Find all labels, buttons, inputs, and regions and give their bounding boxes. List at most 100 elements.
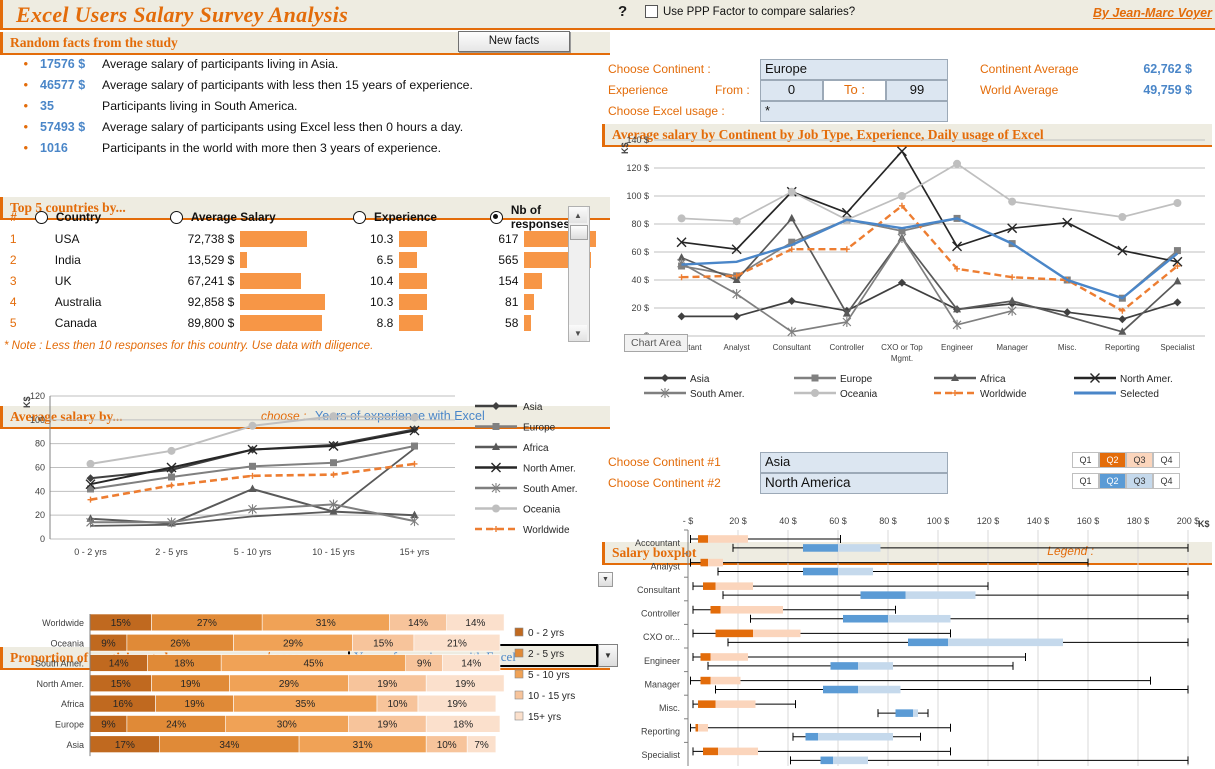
row-salary-bar bbox=[234, 314, 344, 331]
svg-text:9%: 9% bbox=[101, 638, 116, 649]
svg-text:Consultant: Consultant bbox=[773, 343, 812, 352]
svg-text:Analyst: Analyst bbox=[724, 343, 751, 352]
svg-text:24%: 24% bbox=[166, 720, 186, 731]
random-facts-list: • 17576 $ Average salary of participants l… bbox=[0, 56, 600, 161]
svg-text:20 $: 20 $ bbox=[729, 516, 747, 526]
svg-text:Specialist: Specialist bbox=[1160, 343, 1195, 352]
sort-radio-experience[interactable] bbox=[345, 210, 374, 225]
svg-text:Worldwide: Worldwide bbox=[42, 618, 84, 628]
svg-text:Europe: Europe bbox=[840, 374, 873, 385]
svg-text:60 $: 60 $ bbox=[631, 247, 649, 257]
svg-text:Controller: Controller bbox=[641, 609, 680, 619]
continent-filter-form: Choose Continent : Experience From : Cho… bbox=[602, 58, 1202, 128]
page-title: Excel Users Salary Survey Analysis bbox=[16, 2, 349, 27]
top5-note: * Note : Less then 10 responses for this… bbox=[4, 340, 374, 352]
sort-radio-salary[interactable] bbox=[162, 210, 191, 225]
row-country: USA bbox=[54, 231, 80, 246]
continent-select[interactable]: Europe bbox=[760, 59, 948, 80]
svg-text:10%: 10% bbox=[387, 699, 407, 710]
table-row: 2 India 13,529 $ 6.5 565 bbox=[0, 249, 600, 270]
svg-text:Africa: Africa bbox=[523, 443, 549, 454]
svg-text:Oceania: Oceania bbox=[50, 638, 84, 648]
svg-text:K$: K$ bbox=[22, 396, 32, 408]
svg-text:14%: 14% bbox=[408, 618, 428, 629]
svg-text:40 $: 40 $ bbox=[631, 275, 649, 285]
svg-text:27%: 27% bbox=[197, 618, 217, 629]
row-country: Canada bbox=[54, 315, 97, 330]
svg-text:Oceania: Oceania bbox=[523, 505, 561, 516]
svg-text:31%: 31% bbox=[353, 740, 373, 751]
ppp-checkbox[interactable] bbox=[645, 5, 658, 18]
row-experience: 10.4 bbox=[369, 273, 394, 288]
svg-text:Selected: Selected bbox=[1120, 389, 1159, 400]
scroll-up-icon[interactable]: ▲ bbox=[569, 207, 587, 223]
choose-excel-usage-label: Choose Excel usage : bbox=[608, 104, 725, 118]
new-facts-button[interactable]: New facts bbox=[458, 31, 570, 52]
row-country: Australia bbox=[54, 294, 102, 309]
col-salary: Average Salary bbox=[190, 210, 276, 224]
svg-text:Specialist: Specialist bbox=[641, 750, 680, 760]
svg-text:CXO or...: CXO or... bbox=[643, 632, 680, 642]
col-experience: Experience bbox=[374, 210, 437, 224]
sort-radio-country[interactable] bbox=[27, 210, 56, 225]
svg-text:140 $: 140 $ bbox=[1027, 516, 1050, 526]
row-salary: 72,738 $ bbox=[187, 231, 235, 246]
row-responses: 565 bbox=[498, 252, 519, 267]
author-link[interactable]: By Jean-Marc Voyer bbox=[1093, 6, 1212, 20]
row-country: UK bbox=[54, 273, 72, 288]
svg-text:Europe: Europe bbox=[55, 720, 84, 730]
svg-text:15%: 15% bbox=[111, 618, 131, 629]
scroll-down-icon[interactable]: ▼ bbox=[569, 325, 587, 341]
experience-from-input[interactable]: 0 bbox=[760, 80, 823, 101]
svg-text:17%: 17% bbox=[115, 740, 135, 751]
row-responses: 58 bbox=[505, 315, 519, 330]
svg-text:100: 100 bbox=[30, 415, 45, 425]
top5-header-row: # Country Average Salary Experience Nb of re… bbox=[0, 203, 600, 231]
scrollbar-thumb[interactable] bbox=[570, 225, 588, 240]
choose-continent-label: Choose Continent : bbox=[608, 62, 711, 76]
row-experience: 8.8 bbox=[376, 315, 394, 330]
row-salary: 92,858 $ bbox=[187, 294, 235, 309]
random-facts-header: Random facts from the study New facts bbox=[0, 31, 610, 55]
svg-text:Accountant: Accountant bbox=[635, 538, 681, 548]
svg-text:19%: 19% bbox=[377, 720, 397, 731]
bullet-icon: • bbox=[23, 77, 28, 92]
svg-text:9%: 9% bbox=[101, 720, 116, 731]
svg-text:5 - 10 yrs: 5 - 10 yrs bbox=[234, 547, 272, 557]
quartile-legend-cell: Q1 bbox=[1072, 452, 1099, 468]
svg-text:29%: 29% bbox=[279, 679, 299, 690]
svg-text:200 $: 200 $ bbox=[1177, 516, 1200, 526]
svg-text:Worldwide: Worldwide bbox=[523, 525, 570, 536]
scroll-down-icon[interactable]: ▼ bbox=[598, 572, 613, 587]
help-icon[interactable]: ? bbox=[618, 3, 627, 20]
svg-text:Mgmt.: Mgmt. bbox=[891, 354, 913, 363]
sort-radio-responses[interactable] bbox=[482, 210, 511, 225]
row-responses: 154 bbox=[498, 273, 519, 288]
experience-to-input[interactable]: 99 bbox=[886, 80, 948, 101]
svg-text:Africa: Africa bbox=[61, 699, 84, 709]
excel-usage-select[interactable]: * bbox=[760, 101, 948, 122]
row-experience-bar bbox=[393, 230, 456, 247]
world-average-label: World Average bbox=[980, 83, 1059, 97]
top5-scrollbar[interactable]: ▲ ▼ bbox=[568, 206, 590, 342]
continent1-label: Choose Continent #1 bbox=[608, 455, 721, 469]
continent2-select[interactable]: North America bbox=[760, 473, 948, 494]
quartile-legend-cell: Q2 bbox=[1099, 452, 1126, 468]
svg-text:South Amer.: South Amer. bbox=[35, 659, 84, 669]
table-row: 5 Canada 89,800 $ 8.8 58 bbox=[0, 312, 600, 333]
from-label: From : bbox=[715, 83, 750, 97]
row-country: India bbox=[54, 252, 81, 267]
ppp-checkbox-group[interactable]: Use PPP Factor to compare salaries? bbox=[645, 5, 855, 18]
top5-table: # Country Average Salary Experience Nb of re… bbox=[0, 203, 600, 333]
world-average-value: 49,759 $ bbox=[1143, 83, 1192, 97]
svg-text:35%: 35% bbox=[295, 699, 315, 710]
continent1-select[interactable]: Asia bbox=[760, 452, 948, 473]
quartile-legend-cell: Q4 bbox=[1153, 452, 1180, 468]
fact-row: • 1016 Participants in the world with more… bbox=[0, 140, 600, 161]
svg-text:120: 120 bbox=[30, 391, 45, 401]
svg-text:Europe: Europe bbox=[523, 423, 556, 434]
row-rank: 4 bbox=[9, 294, 17, 309]
row-experience: 10.3 bbox=[369, 231, 394, 246]
row-responses: 617 bbox=[498, 231, 519, 246]
continent-average-value: 62,762 $ bbox=[1143, 62, 1192, 76]
